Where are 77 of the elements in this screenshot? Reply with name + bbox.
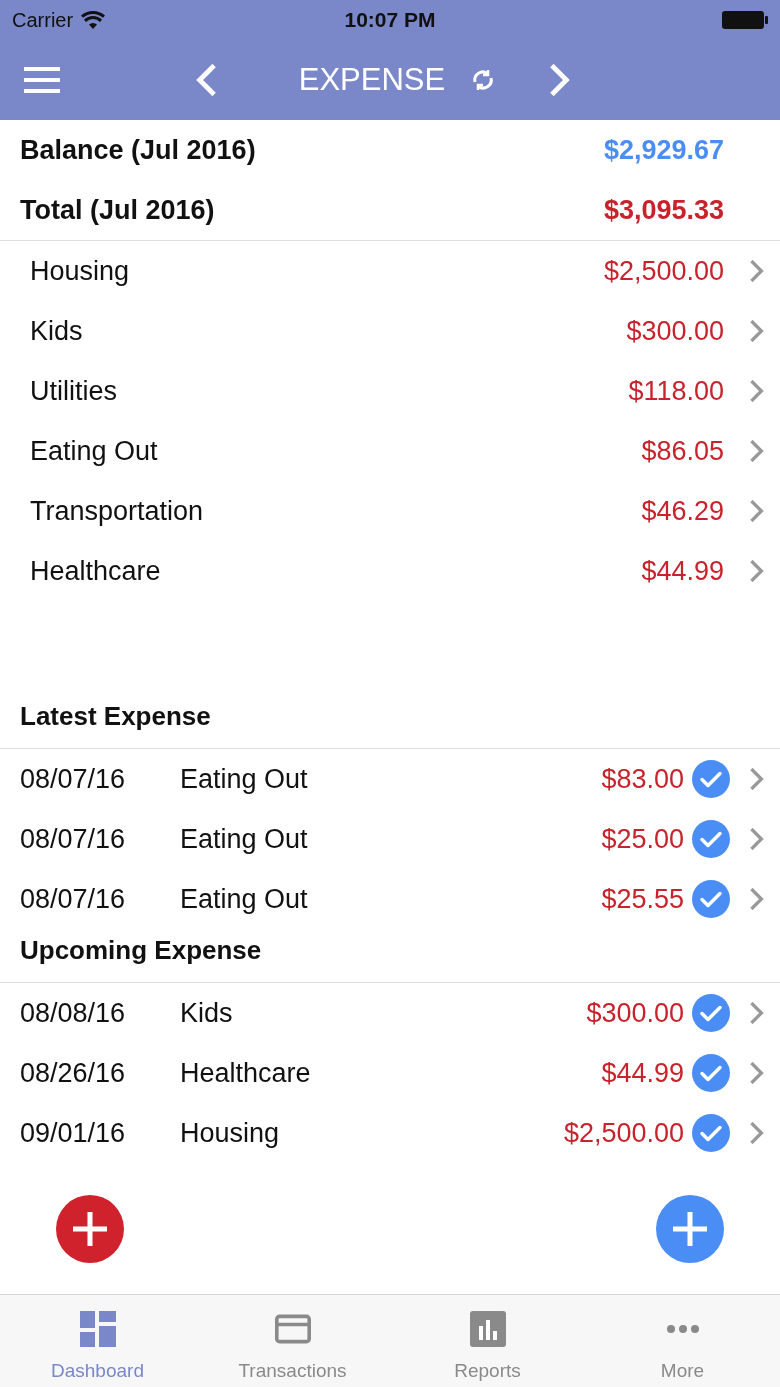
category-row[interactable]: Housing $2,500.00	[0, 241, 780, 301]
more-icon	[666, 1324, 699, 1333]
plus-icon	[71, 1209, 109, 1248]
chevron-right-icon	[750, 1062, 764, 1084]
transaction-row[interactable]: 08/26/16 Healthcare $44.99	[0, 1043, 780, 1103]
plus-icon	[671, 1209, 709, 1248]
category-amount: $86.05	[641, 434, 724, 468]
category-name: Housing	[30, 254, 131, 288]
next-button[interactable]	[549, 64, 572, 96]
category-amount: $46.29	[641, 494, 724, 528]
refresh-icon	[471, 68, 496, 92]
category-amount: $118.00	[628, 374, 724, 408]
transaction-row[interactable]: 08/07/16 Eating Out $25.00	[0, 809, 780, 869]
transaction-amount: $25.00	[601, 822, 684, 856]
transaction-category: Housing	[180, 1116, 281, 1150]
chevron-right-icon	[750, 888, 764, 910]
dashboard-icon	[79, 1310, 116, 1347]
summary-label: Balance (Jul 2016)	[20, 133, 256, 167]
transaction-date: 09/01/16	[20, 1116, 127, 1150]
chevron-right-icon	[750, 1002, 764, 1024]
category-name: Kids	[30, 314, 84, 348]
wifi-icon	[81, 11, 106, 29]
previous-button[interactable]	[194, 64, 217, 96]
transaction-amount: $83.00	[601, 762, 684, 796]
transaction-date: 08/08/16	[20, 996, 127, 1030]
transaction-row[interactable]: 08/08/16 Kids $300.00	[0, 983, 780, 1043]
transaction-category: Eating Out	[180, 762, 309, 796]
chevron-right-icon	[549, 64, 572, 96]
chevron-right-icon	[750, 500, 764, 522]
category-row[interactable]: Eating Out $86.05	[0, 421, 780, 481]
category-row[interactable]: Kids $300.00	[0, 301, 780, 361]
transaction-category: Eating Out	[180, 822, 309, 856]
category-name: Healthcare	[30, 554, 162, 588]
carrier-label: Carrier	[12, 8, 74, 33]
category-amount: $2,500.00	[603, 254, 724, 288]
category-row[interactable]: Healthcare $44.99	[0, 541, 780, 601]
category-row[interactable]: Transportation $46.29	[0, 481, 780, 541]
menu-button[interactable]	[24, 67, 60, 93]
category-row[interactable]: Utilities $118.00	[0, 361, 780, 421]
category-name: Eating Out	[30, 434, 159, 468]
transaction-date: 08/26/16	[20, 1056, 127, 1090]
battery-icon	[722, 10, 768, 30]
screen-title: EXPENSE	[298, 60, 446, 99]
transaction-amount: $2,500.00	[563, 1116, 684, 1150]
chevron-right-icon	[750, 260, 764, 282]
category-name: Utilities	[30, 374, 118, 408]
transaction-date: 08/07/16	[20, 822, 127, 856]
chevron-right-icon	[750, 768, 764, 790]
chevron-right-icon	[750, 380, 764, 402]
refresh-button[interactable]	[471, 68, 496, 92]
transaction-date: 08/07/16	[20, 882, 127, 916]
transaction-date: 08/07/16	[20, 762, 127, 796]
summary-amount: $3,095.33	[603, 193, 724, 227]
chevron-right-icon	[750, 828, 764, 850]
transaction-row[interactable]: 08/07/16 Eating Out $83.00	[0, 749, 780, 809]
chevron-left-icon	[194, 64, 217, 96]
transaction-amount: $25.55	[601, 882, 684, 916]
transaction-row[interactable]: 08/07/16 Eating Out $25.55	[0, 869, 780, 929]
category-amount: $44.99	[641, 554, 724, 588]
transaction-category: Healthcare	[180, 1056, 312, 1090]
chevron-right-icon	[750, 320, 764, 342]
transaction-amount: $300.00	[586, 996, 684, 1030]
category-amount: $300.00	[626, 314, 724, 348]
status-time: 10:07 PM	[344, 7, 436, 34]
transaction-row[interactable]: 09/01/16 Housing $2,500.00	[0, 1103, 780, 1163]
transaction-amount: $44.99	[601, 1056, 684, 1090]
transaction-category: Eating Out	[180, 882, 309, 916]
chevron-right-icon	[750, 1122, 764, 1144]
summary-label: Total (Jul 2016)	[20, 193, 215, 227]
section-title: Latest Expense	[20, 700, 211, 733]
chevron-right-icon	[750, 440, 764, 462]
transaction-category: Kids	[180, 996, 234, 1030]
summary-amount: $2,929.67	[603, 133, 724, 167]
section-title: Upcoming Expense	[20, 934, 262, 967]
chevron-right-icon	[750, 560, 764, 582]
category-name: Transportation	[30, 494, 205, 528]
bar-chart-icon	[469, 1310, 506, 1347]
